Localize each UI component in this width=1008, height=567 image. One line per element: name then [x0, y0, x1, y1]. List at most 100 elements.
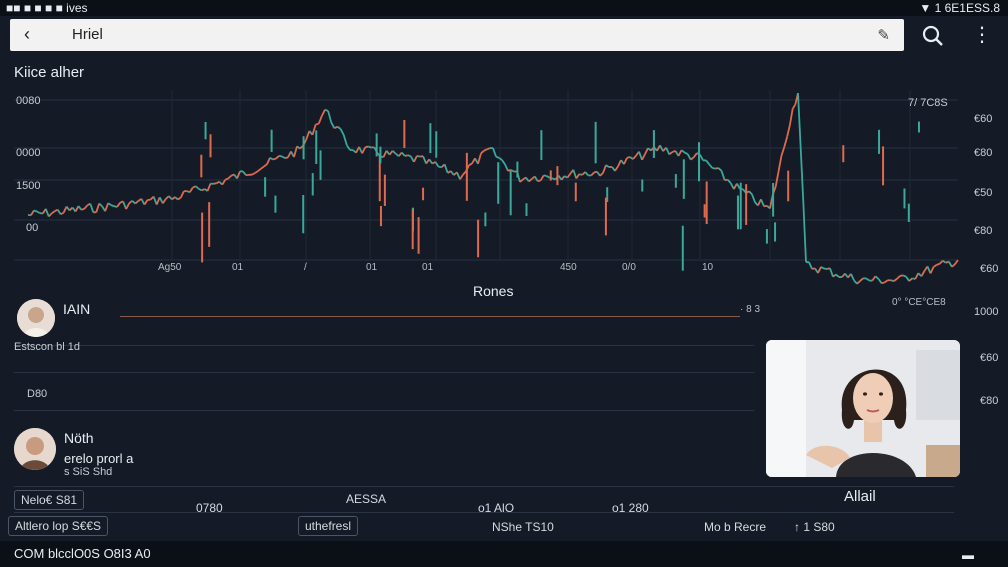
- series-segment: [364, 145, 369, 149]
- avatar[interactable]: [17, 299, 55, 337]
- series-segment: [501, 159, 506, 165]
- series-segment: [227, 175, 232, 180]
- chart-title: Rones: [473, 283, 514, 299]
- series-segment: [416, 154, 421, 158]
- series-segment: [98, 202, 103, 208]
- series-segment: [748, 190, 753, 195]
- series-segment: [413, 155, 418, 163]
- series-segment: [407, 154, 412, 158]
- avatar-icon: [14, 428, 56, 470]
- series-segment: [705, 159, 710, 165]
- series-segment: [468, 162, 473, 166]
- right-tick: €80: [974, 147, 993, 159]
- series-segment: [865, 277, 870, 282]
- series-segment: [278, 155, 283, 158]
- series-segment: [617, 159, 622, 167]
- series-segment: [174, 196, 179, 201]
- chart-series: [27, 92, 959, 285]
- series-segment: [122, 200, 127, 210]
- x-tick: 0/0: [622, 262, 636, 273]
- series-segment: [522, 176, 527, 181]
- contact-subtitle: Estscon bl 1d: [14, 341, 81, 353]
- right-tick: €80: [974, 225, 993, 237]
- series-segment: [311, 124, 317, 136]
- series-segment: [428, 158, 434, 165]
- edit-icon[interactable]: ✎: [877, 26, 890, 44]
- series-segment: [874, 275, 880, 280]
- series-segment: [128, 200, 133, 204]
- right-tick: 7/ 7C8S: [908, 97, 948, 109]
- series-segment: [401, 151, 406, 157]
- series-segment: [572, 169, 578, 179]
- series-segment: [641, 153, 646, 161]
- right-tick: €60: [974, 113, 993, 125]
- row-label: D80: [27, 388, 48, 400]
- series-segment: [281, 155, 286, 159]
- series-segment: [884, 279, 889, 284]
- series-segment: [456, 171, 461, 180]
- right-tick: 1000: [974, 306, 999, 318]
- status-left: ■■ ■ ■ ■ ■ ives: [6, 1, 88, 15]
- x-tick: /: [304, 262, 307, 273]
- right-tick: €50: [974, 187, 993, 199]
- series-segment: [920, 270, 926, 277]
- chart-note: · 8 3: [740, 304, 761, 315]
- series-segment: [760, 198, 765, 207]
- series-segment: [614, 165, 619, 172]
- series-segment: [829, 267, 834, 278]
- filter-chip[interactable]: uthefresl: [298, 516, 359, 536]
- contact-name: IAIN: [63, 301, 91, 317]
- series-segment: [131, 200, 136, 205]
- series-segment: [881, 281, 885, 285]
- series-segment: [859, 277, 864, 282]
- series-segment: [483, 148, 488, 152]
- series-segment: [36, 210, 41, 214]
- series-segment: [939, 260, 944, 265]
- series-segment: [315, 122, 319, 126]
- series-segment: [899, 274, 904, 277]
- search-icon: [922, 25, 943, 46]
- series-segment: [546, 175, 551, 179]
- filter-chip[interactable]: Nelo€ S81: [14, 490, 85, 510]
- series-segment: [835, 273, 840, 278]
- person-video-icon: [766, 340, 960, 477]
- series-segment: [791, 103, 797, 110]
- filter-chip[interactable]: Altlero lop S€€S: [8, 516, 109, 536]
- series-segment: [321, 109, 326, 117]
- series-segment: [763, 204, 768, 208]
- series-segment: [736, 183, 741, 190]
- series-segment: [936, 262, 940, 266]
- series-segment: [774, 171, 780, 187]
- series-segment: [462, 170, 467, 176]
- divider: [120, 316, 740, 317]
- series-segment: [896, 275, 901, 280]
- series-segment: [224, 177, 229, 181]
- series-segment: [339, 128, 345, 136]
- video-preview[interactable]: [766, 340, 960, 477]
- series-segment: [110, 204, 115, 208]
- footer-icon[interactable]: ▬: [962, 548, 974, 562]
- series-segment: [62, 206, 68, 214]
- avatar[interactable]: [14, 428, 56, 470]
- series-segment: [492, 147, 497, 157]
- series-segment: [422, 155, 427, 164]
- series-segment: [929, 266, 935, 274]
- series-segment: [404, 154, 409, 157]
- series-segment: [263, 163, 268, 168]
- series-segment: [162, 198, 167, 204]
- series-segment: [823, 267, 828, 270]
- back-icon[interactable]: ‹: [24, 24, 30, 45]
- series-segment: [877, 278, 883, 284]
- series-segment: [266, 157, 271, 165]
- more-icon[interactable]: ⋮: [972, 22, 992, 47]
- series-segment: [684, 151, 689, 155]
- app-bar: ‹ Hriel ✎: [10, 19, 904, 51]
- x-tick: 01: [232, 262, 244, 273]
- series-segment: [272, 157, 277, 161]
- contact-subtitle: erelo prorl a: [64, 451, 134, 466]
- search-button[interactable]: [920, 23, 946, 49]
- x-tick: 01: [422, 262, 434, 273]
- series-segment: [305, 130, 311, 140]
- series-segment: [786, 124, 791, 137]
- series-segment: [242, 170, 247, 176]
